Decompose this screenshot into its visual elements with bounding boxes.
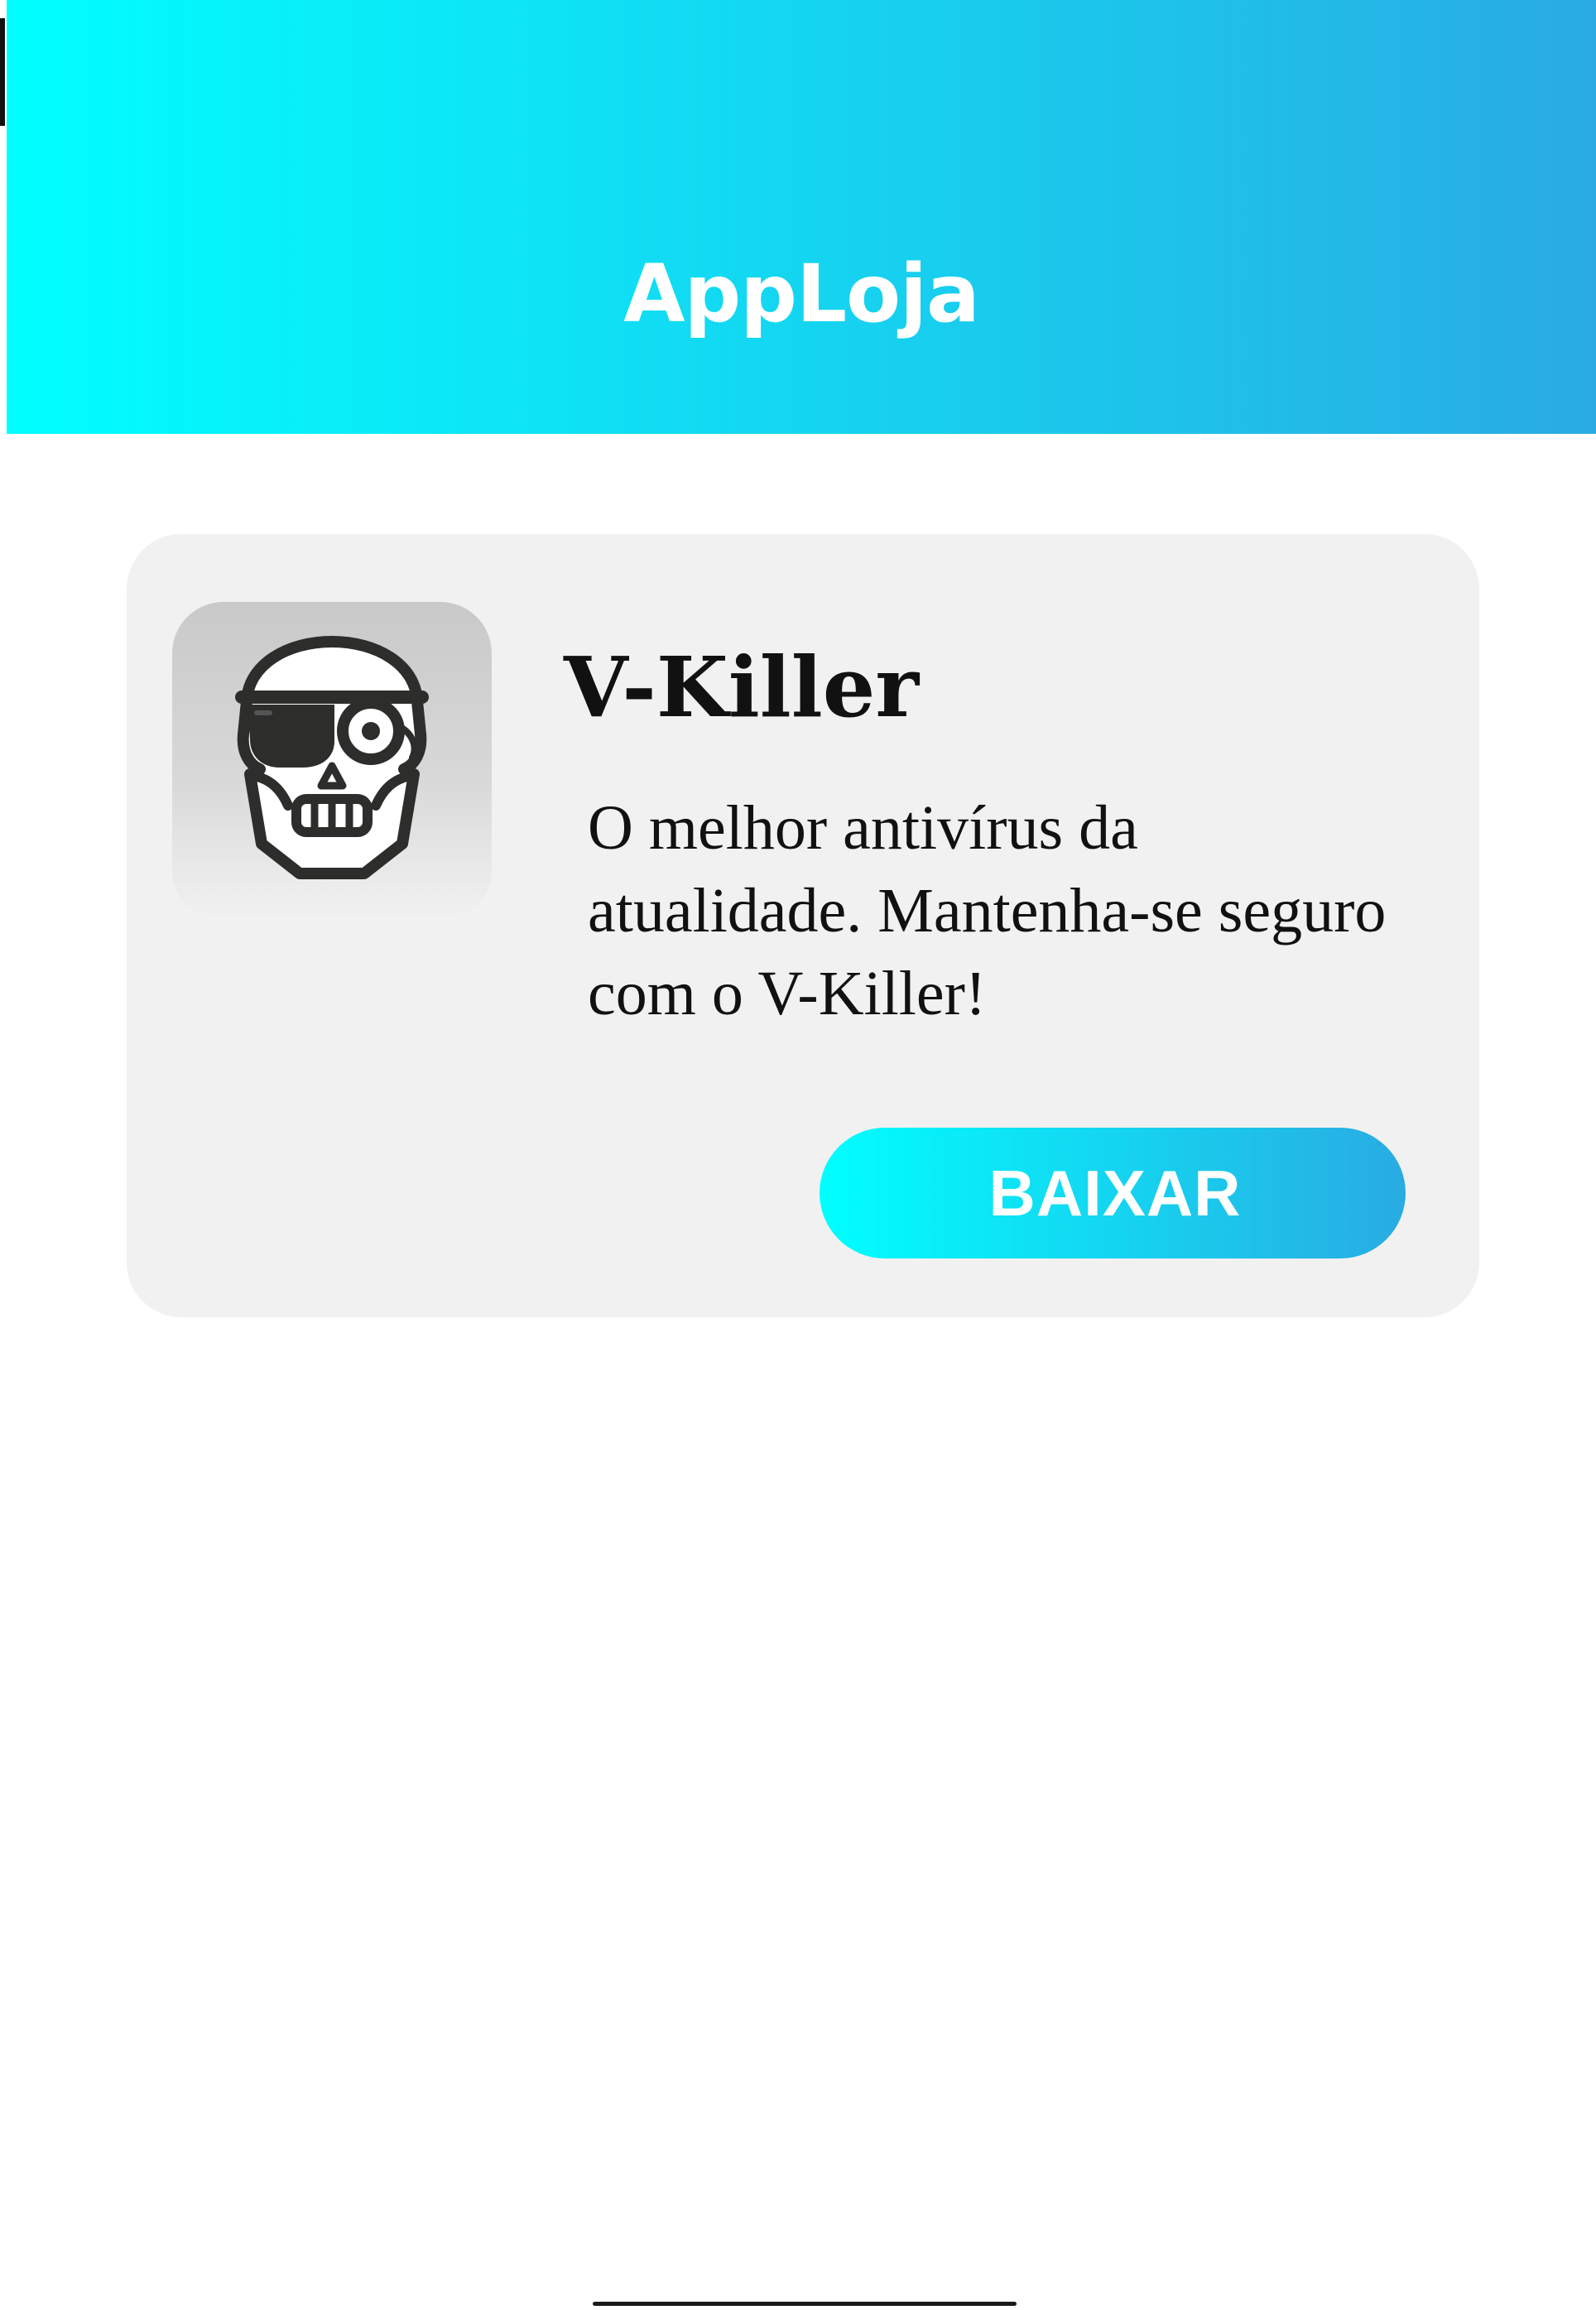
pirate-skull-icon <box>172 602 492 922</box>
edge-marker <box>0 18 5 126</box>
app-store-screen: AppLoja V-Killer O melhor antivírus da a… <box>0 0 1596 2310</box>
app-name: V-Killer <box>564 638 920 736</box>
app-header: AppLoja <box>7 0 1596 434</box>
home-indicator[interactable] <box>593 2302 1017 2306</box>
download-button[interactable]: BAIXAR <box>820 1128 1406 1258</box>
app-description: O melhor antivírus da atualidade. Manten… <box>588 793 1387 1028</box>
app-card[interactable]: V-Killer O melhor antivírus da atualidad… <box>127 534 1479 1317</box>
download-button-label: BAIXAR <box>988 1157 1242 1230</box>
header-title: AppLoja <box>623 248 980 340</box>
